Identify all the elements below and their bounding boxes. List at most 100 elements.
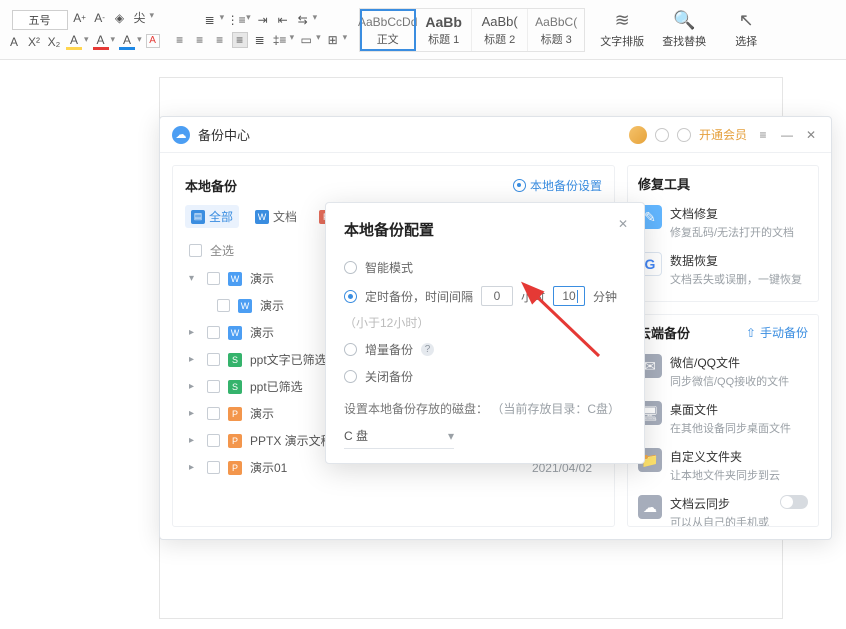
- open-vip-link[interactable]: 开通会员: [699, 126, 747, 143]
- cloud-item-icon: ☁: [638, 495, 662, 519]
- disk-select[interactable]: C 盘 ▾: [344, 423, 454, 449]
- filter-doc[interactable]: W 文档: [249, 205, 303, 228]
- line-spacing-icon[interactable]: ‡≡: [272, 32, 288, 48]
- phonetic-icon[interactable]: 尖: [132, 10, 148, 26]
- cloud-item[interactable]: 📁自定义文件夹让本地文件夹同步到云: [638, 442, 808, 489]
- bullets-icon[interactable]: ≣: [202, 12, 218, 28]
- cloud-item[interactable]: ✉微信/QQ文件同步微信/QQ接收的文件: [638, 348, 808, 395]
- radio-timed[interactable]: [344, 290, 357, 303]
- file-checkbox[interactable]: [207, 326, 220, 339]
- font-color-icon[interactable]: A: [93, 34, 109, 50]
- char-border-icon[interactable]: A: [146, 34, 160, 48]
- borders-icon[interactable]: ⊞: [325, 32, 341, 48]
- radio-close[interactable]: [344, 370, 357, 383]
- dropdown-icon[interactable]: ▾: [316, 32, 321, 48]
- text-layout-button[interactable]: ≋ 文字排版: [597, 10, 647, 49]
- option-incremental[interactable]: 增量备份 ?: [344, 336, 626, 363]
- file-checkbox[interactable]: [207, 434, 220, 447]
- dropdown-icon[interactable]: ▾: [313, 12, 318, 28]
- subscript-icon[interactable]: X₂: [46, 34, 62, 50]
- hours-input[interactable]: 0: [481, 286, 513, 306]
- dropdown-icon[interactable]: ▾: [84, 34, 89, 50]
- align-left-icon[interactable]: ≡: [172, 32, 188, 48]
- expand-arrow-icon[interactable]: ▸: [189, 435, 199, 446]
- expand-arrow-icon[interactable]: ▸: [189, 408, 199, 419]
- style-normal[interactable]: AaBbCcDd 正文: [360, 9, 416, 51]
- expand-arrow-icon[interactable]: ▾: [189, 273, 199, 284]
- file-checkbox[interactable]: [207, 407, 220, 420]
- tab-stops-icon[interactable]: ⇆: [295, 12, 311, 28]
- file-type-icon: P: [228, 434, 242, 448]
- file-checkbox[interactable]: [207, 272, 220, 285]
- radio-incremental[interactable]: [344, 343, 357, 356]
- option-timed[interactable]: 定时备份，时间间隔 0 小时 10 分钟 （小于12小时）: [344, 281, 626, 336]
- radio-smart[interactable]: [344, 261, 357, 274]
- file-checkbox[interactable]: [217, 299, 230, 312]
- font-size-select[interactable]: 五号: [12, 10, 68, 30]
- dropdown-icon[interactable]: ▾: [343, 32, 348, 48]
- text-layout-icon: ≋: [615, 10, 630, 31]
- dropdown-icon[interactable]: ▾: [290, 32, 295, 48]
- style-h1[interactable]: AaBb 标题 1: [416, 9, 472, 51]
- close-icon[interactable]: ✕: [614, 215, 632, 233]
- superscript-icon[interactable]: X²: [26, 34, 42, 50]
- cloud-item[interactable]: ☁文档云同步可以从自己的手机或其他电脑访问这台电脑打开过的文档: [638, 489, 808, 527]
- expand-arrow-icon[interactable]: ▸: [189, 462, 199, 473]
- shading-icon[interactable]: ▭: [298, 32, 314, 48]
- underline-color-icon[interactable]: A: [119, 34, 135, 50]
- indent-left-icon[interactable]: ⇤: [275, 12, 291, 28]
- minimize-icon[interactable]: —: [779, 127, 795, 143]
- tool-item[interactable]: G数据恢复文档丢失或误删，一键恢复: [638, 246, 808, 293]
- cloud-title: 云端备份: [638, 323, 690, 342]
- find-replace-button[interactable]: 🔍 查找替换: [659, 10, 709, 49]
- file-type-icon: P: [228, 461, 242, 475]
- dropdown-icon[interactable]: ▾: [150, 10, 155, 30]
- select-all-checkbox[interactable]: [189, 244, 202, 257]
- style-h2[interactable]: AaBb( 标题 2: [472, 9, 528, 51]
- style-h3[interactable]: AaBbC( 标题 3: [528, 9, 584, 51]
- cloud-item[interactable]: 🖥桌面文件在其他设备同步桌面文件: [638, 395, 808, 442]
- right-column: 修复工具 ✎文档修复修复乱码/无法打开的文档G数据恢复文档丢失或误删，一键恢复 …: [627, 165, 819, 527]
- filter-all[interactable]: ▤ 全部: [185, 205, 239, 228]
- tool-item[interactable]: ✎文档修复修复乱码/无法打开的文档: [638, 199, 808, 246]
- local-backup-settings-link[interactable]: 本地备份设置: [513, 177, 602, 194]
- numbering-icon[interactable]: ⋮≡: [228, 12, 244, 28]
- close-icon[interactable]: ✕: [803, 127, 819, 143]
- align-right-icon[interactable]: ≡: [212, 32, 228, 48]
- file-checkbox[interactable]: [207, 353, 220, 366]
- expand-arrow-icon[interactable]: ▸: [189, 381, 199, 392]
- manual-backup-link[interactable]: ⇧ 手动备份: [746, 324, 808, 341]
- file-checkbox[interactable]: [207, 461, 220, 474]
- select-button[interactable]: ↖ 选择: [721, 10, 771, 49]
- cloud-item-sub: 让本地文件夹同步到云: [670, 467, 808, 483]
- highlight-icon[interactable]: A: [66, 34, 82, 50]
- dropdown-icon[interactable]: ▾: [137, 34, 142, 50]
- help-icon[interactable]: ?: [421, 343, 434, 356]
- cloud-item-sub: 可以从自己的手机或其他电脑访问这台电脑打开过的文档: [670, 514, 772, 527]
- gear-icon: [513, 179, 526, 192]
- font-style-a-icon[interactable]: A: [6, 34, 22, 50]
- menu-icon[interactable]: ≡: [755, 127, 771, 143]
- align-justify-icon[interactable]: ≡: [232, 32, 248, 48]
- option-smart[interactable]: 智能模式: [344, 254, 626, 281]
- expand-arrow-icon[interactable]: ▸: [189, 354, 199, 365]
- minutes-input[interactable]: 10: [553, 286, 585, 306]
- window-titlebar: ☁ 备份中心 开通会员 ≡ — ✕: [160, 117, 831, 153]
- distribute-icon[interactable]: ≣: [252, 32, 268, 48]
- file-checkbox[interactable]: [207, 380, 220, 393]
- dropdown-icon[interactable]: ▾: [220, 12, 225, 28]
- file-type-icon: P: [228, 407, 242, 421]
- align-center-icon[interactable]: ≡: [192, 32, 208, 48]
- option-close-backup[interactable]: 关闭备份: [344, 363, 626, 390]
- tool-sub: 修复乱码/无法打开的文档: [670, 224, 794, 240]
- tool-title: 文档修复: [670, 205, 794, 222]
- dropdown-icon[interactable]: ▾: [111, 34, 116, 50]
- style-gallery: AaBbCcDd 正文 AaBb 标题 1 AaBb( 标题 2 AaBbC( …: [359, 8, 585, 52]
- increase-font-icon[interactable]: A+: [72, 10, 88, 26]
- clear-format-icon[interactable]: ◈: [112, 10, 128, 26]
- indent-right-icon[interactable]: ⇥: [255, 12, 271, 28]
- sync-toggle[interactable]: [780, 495, 808, 509]
- expand-arrow-icon[interactable]: ▸: [189, 327, 199, 338]
- decrease-font-icon[interactable]: A-: [92, 10, 108, 26]
- dropdown-icon[interactable]: ▾: [246, 12, 251, 28]
